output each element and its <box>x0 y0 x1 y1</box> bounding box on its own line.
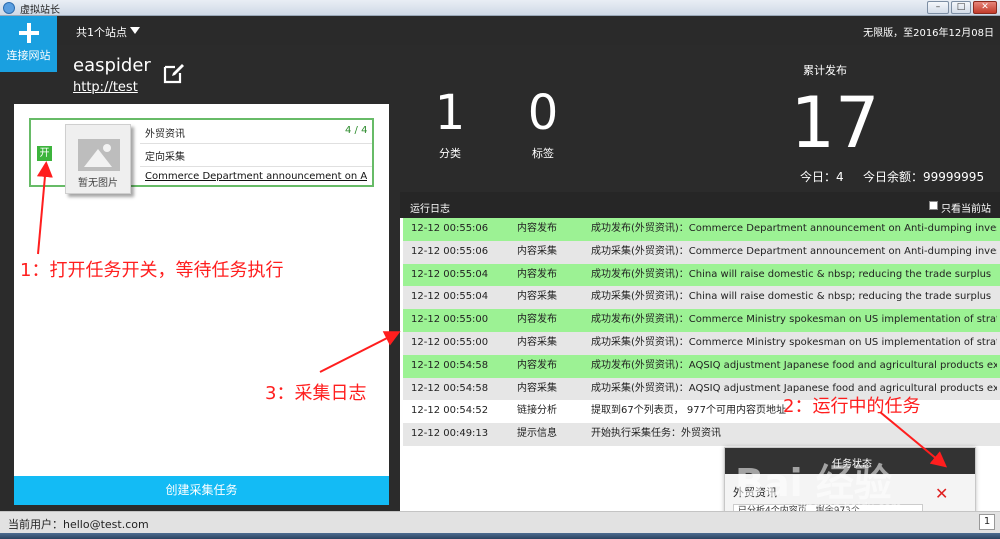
publish-total-count: 17 <box>790 82 880 164</box>
log-row: 12-12 00:55:04 内容发布 成功发布(外贸资讯)：China will … <box>403 263 1000 287</box>
log-message: 成功发布(外贸资讯)：Commerce Department announcem… <box>591 223 997 234</box>
category-count: 1 <box>434 85 466 141</box>
task-thumbnail: 暂无图片 <box>65 124 131 194</box>
log-message: 开始执行采集任务：外贸资讯 <box>591 428 721 440</box>
status-bar <box>0 511 1000 533</box>
license-info: 无限版，至2016年12月08日 <box>863 28 994 39</box>
log-type: 内容采集 <box>517 291 557 303</box>
app-logo-icon <box>3 2 15 14</box>
log-row: 12-12 00:55:00 内容发布 成功发布(外贸资讯)：Commerce Mi… <box>403 309 1000 332</box>
log-time: 12-12 00:54:58 <box>411 382 489 394</box>
image-placeholder-icon <box>78 139 120 171</box>
log-row: 12-12 00:49:13 提示信息 开始执行采集任务：外贸资讯 <box>403 423 1000 446</box>
connect-site-button[interactable]: 连接网站 <box>0 16 57 72</box>
watermark: Bai 经验 <box>735 461 892 505</box>
card-divider <box>140 166 372 167</box>
log-title: 运行日志 <box>410 204 450 215</box>
log-type: 内容发布 <box>517 314 557 326</box>
log-time: 12-12 00:55:06 <box>411 245 489 257</box>
log-type: 提示信息 <box>517 428 557 440</box>
plus-icon <box>18 23 39 43</box>
create-task-button[interactable]: 创建采集任务 <box>14 476 389 505</box>
title-bar: 虚拟站长 <box>0 0 1000 16</box>
tag-label: 标签 <box>532 147 554 160</box>
card-divider <box>140 143 372 144</box>
log-time: 12-12 00:55:06 <box>411 223 489 234</box>
thumbnail-caption: 暂无图片 <box>78 178 118 189</box>
log-time: 12-12 00:54:52 <box>411 405 489 417</box>
annotation-2: 2：运行中的任务 <box>783 396 921 417</box>
log-message: 成功发布(外贸资讯)：AQSIQ adjustment Japanese foo… <box>591 359 997 371</box>
task-type: 定向采集 <box>145 152 185 163</box>
connect-site-label: 连接网站 <box>6 49 51 62</box>
log-message: 成功采集(外贸资讯)：Commerce Ministry spokesman o… <box>591 336 997 348</box>
log-time: 12-12 00:55:04 <box>411 291 489 303</box>
current-site-only-checkbox[interactable] <box>929 201 938 210</box>
top-bar <box>0 16 1000 45</box>
tag-count: 0 <box>527 85 559 141</box>
log-time: 12-12 00:55:00 <box>411 314 489 326</box>
page-indicator[interactable]: 1 <box>979 514 995 530</box>
close-window-button[interactable]: ✕ <box>973 1 997 14</box>
window-title: 虚拟站长 <box>20 5 60 16</box>
caret-down-icon[interactable] <box>130 27 140 34</box>
task-progress: 4 / 4 <box>345 125 368 136</box>
edit-icon[interactable] <box>163 62 185 84</box>
log-row: 12-12 00:55:04 内容采集 成功采集(外贸资讯)：China will … <box>403 286 1000 310</box>
log-time: 12-12 00:55:04 <box>411 268 489 280</box>
annotation-1: 1：打开任务开关，等待任务执行 <box>20 260 284 281</box>
log-time: 12-12 00:54:58 <box>411 359 489 371</box>
log-message: 成功发布(外贸资讯)：China will raise domestic & n… <box>591 268 992 280</box>
log-message: 成功发布(外贸资讯)：Commerce Ministry spokesman o… <box>591 314 997 326</box>
site-count-dropdown[interactable]: 共1个站点 <box>76 24 127 40</box>
close-task-icon[interactable]: ✕ <box>935 484 948 503</box>
log-type: 内容采集 <box>517 245 557 257</box>
task-toggle-switch[interactable]: 开 <box>37 146 52 161</box>
site-name: easpider <box>73 55 151 76</box>
log-type: 内容发布 <box>517 359 557 371</box>
image-sun-icon <box>103 144 111 152</box>
site-url-link[interactable]: http://test <box>73 80 138 95</box>
maximize-button[interactable]: □ <box>951 1 971 14</box>
log-type: 内容发布 <box>517 223 557 234</box>
publish-total-title: 累计发布 <box>803 64 847 77</box>
minimize-button[interactable]: – <box>927 1 949 14</box>
log-header-bar <box>400 192 1000 218</box>
task-name: 外贸资讯 <box>145 129 185 140</box>
log-time: 12-12 00:55:00 <box>411 336 489 348</box>
log-type: 内容发布 <box>517 268 557 280</box>
annotation-3: 3：采集日志 <box>265 383 367 404</box>
log-message: 成功采集(外贸资讯)：Commerce Department announcem… <box>591 245 997 257</box>
category-label: 分类 <box>439 147 461 160</box>
log-row: 12-12 00:55:06 内容发布 成功发布(外贸资讯)：Commerce De… <box>403 218 1000 241</box>
log-time: 12-12 00:49:13 <box>411 428 489 440</box>
os-taskbar <box>0 533 1000 539</box>
publish-remaining: 今日余额：99999995 <box>863 170 985 184</box>
current-user: 当前用户：hello@test.com <box>8 518 149 531</box>
publish-today: 今日：4 <box>800 170 844 184</box>
log-type: 链接分析 <box>517 405 557 417</box>
log-message: 成功采集(外贸资讯)：China will raise domestic & n… <box>591 291 992 303</box>
log-type: 内容采集 <box>517 336 557 348</box>
log-row: 12-12 00:54:58 内容发布 成功发布(外贸资讯)：AQSIQ adjus… <box>403 354 1000 378</box>
log-type: 内容采集 <box>517 382 557 394</box>
log-row: 12-12 00:55:06 内容采集 成功采集(外贸资讯)：Commerce De… <box>403 240 1000 264</box>
app-window: 虚拟站长 – □ ✕ 连接网站 共1个站点 无限版，至2016年12月08日 e… <box>0 0 1000 539</box>
log-row: 12-12 00:55:00 内容采集 成功采集(外贸资讯)：Commerce Mi… <box>403 331 1000 355</box>
task-latest-article-link[interactable]: Commerce Department announcement on Anti… <box>145 171 367 182</box>
